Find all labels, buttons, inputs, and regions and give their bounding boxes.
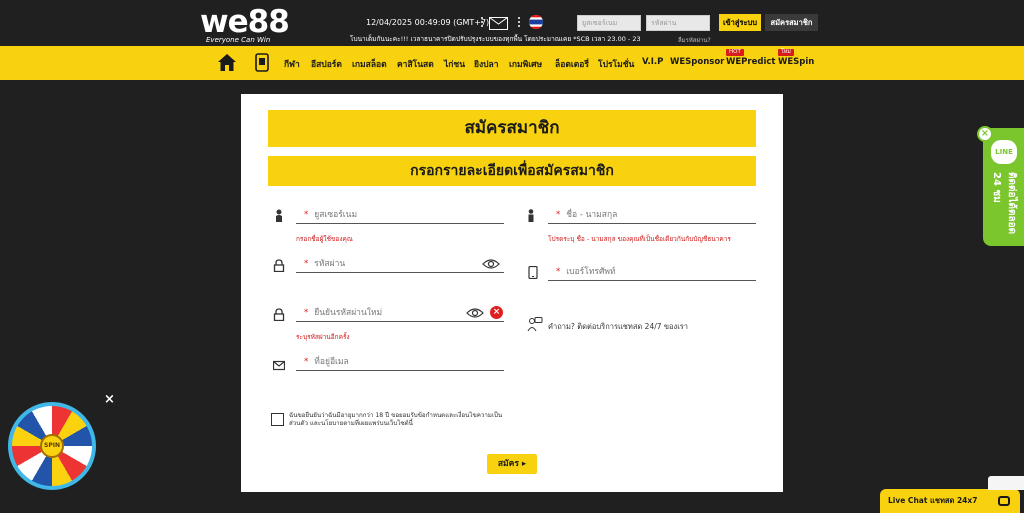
- nav-item-slots[interactable]: เกมสล็อต: [352, 57, 387, 71]
- age-consent-checkbox[interactable]: [271, 413, 284, 426]
- nav-item-vip[interactable]: V.I.P: [642, 57, 663, 67]
- show-password-eye-icon[interactable]: [466, 307, 484, 319]
- error-x-icon: ×: [490, 306, 503, 319]
- forgot-password-link[interactable]: ลืมรหัสผ่าน?: [678, 35, 711, 45]
- nav-item-promotions[interactable]: โปรโมชั่น: [598, 57, 634, 71]
- page-title: สมัครสมาชิก: [268, 110, 756, 147]
- submit-button[interactable]: สมัคร ▸: [487, 454, 537, 474]
- nav-item-live-casino[interactable]: คาสิโนสด: [397, 57, 434, 71]
- chat-bubble-icon: [998, 496, 1010, 506]
- line-contact-text: ติดต่อได้ตลอด 24 ชม: [991, 172, 1017, 235]
- header-password-input[interactable]: รหัสผ่าน: [646, 15, 710, 31]
- thai-flag-icon[interactable]: [529, 15, 543, 29]
- nav-item-wepredict[interactable]: WEPredict: [726, 57, 775, 67]
- live-chat-bar[interactable]: Live Chat แชทสด 24x7: [880, 489, 1020, 513]
- announcement-ticker: โบนาเต็มกันนะคะ!!! เวลาธนาคารปิดปรับปรุง…: [350, 35, 640, 43]
- hot-badge: HOT: [726, 49, 744, 56]
- recaptcha-badge: [988, 476, 1024, 490]
- email-field[interactable]: * ที่อยู่อีเมล: [296, 353, 504, 371]
- nav-item-cockfight[interactable]: ไก่ชน: [444, 57, 465, 71]
- show-password-eye-icon[interactable]: [482, 258, 500, 270]
- wheel-close-icon[interactable]: ×: [104, 392, 115, 407]
- main-nav: กีฬา อีสปอร์ต เกมสล็อต คาสิโนสด ไก่ชน ยิ…: [0, 46, 1024, 80]
- password-field[interactable]: * รหัสผ่าน: [296, 255, 504, 273]
- confirm-password-hint: ระบุรหัสผ่านอีกครั้ง: [296, 333, 350, 341]
- logo-text: we88: [200, 4, 290, 40]
- home-icon[interactable]: [218, 54, 236, 71]
- fullname-hint: โปรดระบุ ชื่อ - นามสกุล ของคุณที่เป็นชื่…: [548, 235, 731, 243]
- nav-item-wespin[interactable]: WESpin: [778, 57, 814, 67]
- nav-item-sports[interactable]: กีฬา: [284, 57, 300, 71]
- top-header: we88 Everyone Can Win 12/04/2025 00:49:0…: [0, 0, 1024, 46]
- phone-field[interactable]: * เบอร์โทรศัพท์: [548, 263, 756, 281]
- form-subtitle: กรอกรายละเอียดเพื่อสมัครสมาชิก: [268, 156, 756, 186]
- header-username-input[interactable]: ยูสเซอร์เนม: [577, 15, 641, 31]
- username-hint: กรอกชื่อผู้ใช้ของคุณ: [296, 235, 353, 243]
- new-badge: ใหม่: [778, 49, 794, 56]
- lock-icon: [273, 308, 285, 321]
- live-chat-support-text[interactable]: คำถาม? ติดต่อบริการแชทสด 24/7 ของเรา: [548, 321, 688, 333]
- login-button[interactable]: เข้าสู่ระบบ: [719, 14, 761, 31]
- person-icon: [528, 209, 534, 222]
- mobile-app-icon[interactable]: [255, 53, 269, 72]
- spin-center-button[interactable]: SPIN: [40, 434, 64, 458]
- fullname-field[interactable]: * ชื่อ - นามสกุล: [548, 206, 756, 224]
- nav-item-special-games[interactable]: เกมพิเศษ: [509, 57, 542, 71]
- we88-logo[interactable]: we88 Everyone Can Win: [198, 4, 310, 44]
- consent-text: ฉันขอยืนยันว่าฉันมีอายุมากกว่า 18 ปี ขอย…: [289, 412, 503, 427]
- username-field[interactable]: * ยูสเซอร์เนม: [296, 206, 504, 224]
- nav-item-fishing[interactable]: ยิงปลา: [474, 57, 499, 71]
- support-agent-icon: [527, 317, 543, 332]
- line-contact-tab[interactable]: LINE ติดต่อได้ตลอด 24 ชม: [983, 128, 1024, 246]
- logo-tagline: Everyone Can Win: [206, 36, 271, 44]
- registration-card: สมัครสมาชิก กรอกรายละเอียดเพื่อสมัครสมาช…: [241, 94, 783, 492]
- line-close-icon[interactable]: ×: [977, 126, 993, 142]
- line-logo-icon: LINE: [991, 140, 1017, 164]
- nav-item-esports[interactable]: อีสปอร์ต: [311, 57, 342, 71]
- nav-item-lottery[interactable]: ล็อตเตอรี่: [555, 57, 589, 71]
- divider-dots-icon: [481, 17, 484, 29]
- phone-icon: [528, 266, 538, 279]
- live-chat-label: Live Chat แชทสด 24x7: [888, 496, 978, 505]
- email-icon: [273, 360, 285, 371]
- spin-wheel[interactable]: SPIN: [8, 402, 96, 490]
- user-icon: [276, 209, 282, 222]
- datetime-display: 12/04/2025 00:49:09 (GMT+7): [366, 18, 490, 27]
- register-button[interactable]: สมัครสมาชิก: [765, 14, 818, 31]
- divider-dots-icon: [518, 17, 521, 29]
- mail-icon[interactable]: [489, 17, 508, 30]
- lock-icon: [273, 259, 285, 272]
- nav-item-wesponsor[interactable]: WESponsor: [670, 57, 724, 67]
